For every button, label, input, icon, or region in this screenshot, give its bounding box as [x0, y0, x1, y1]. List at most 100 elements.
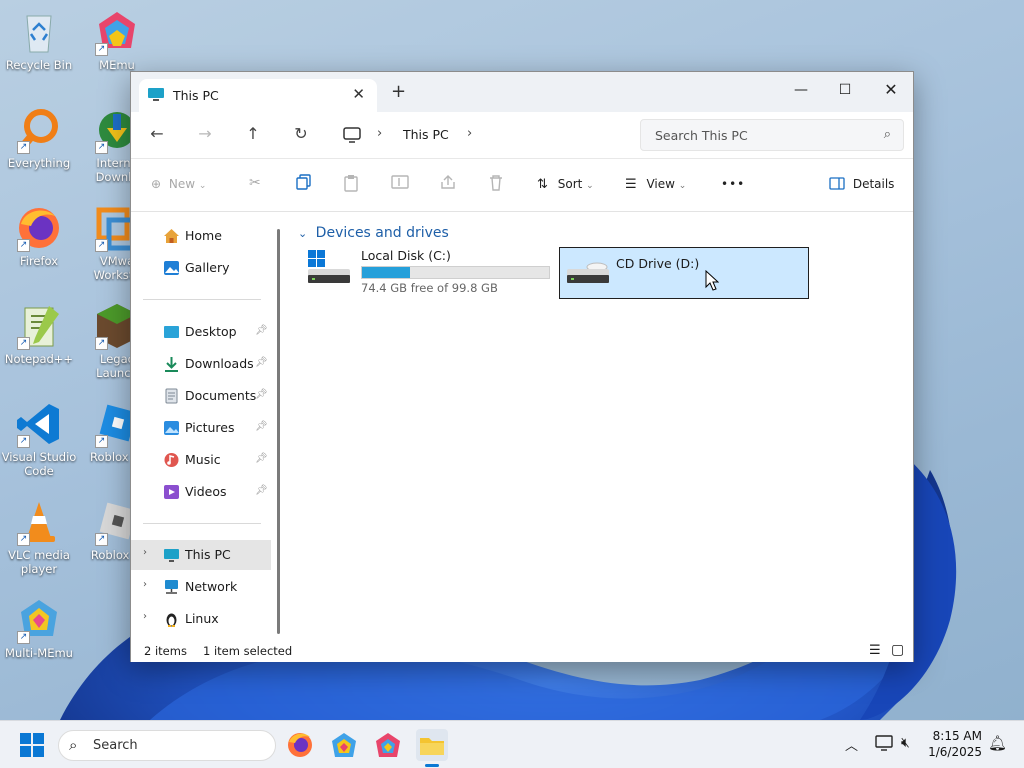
desktop-icon-recycle-bin[interactable]: Recycle Bin: [0, 8, 78, 72]
share-button[interactable]: [439, 174, 457, 193]
view-label: View: [646, 177, 675, 191]
details-button[interactable]: Details: [829, 177, 894, 191]
copy-button[interactable]: [296, 174, 312, 193]
breadcrumb[interactable]: This PC: [403, 127, 449, 142]
gallery-icon: [163, 260, 180, 276]
drive-item-cd-drive-d[interactable]: CD Drive (D:): [559, 247, 809, 299]
sidebar-item-downloads[interactable]: Downloads 📌︎: [131, 349, 271, 379]
pin-icon[interactable]: 📌︎: [255, 357, 268, 368]
tab-this-pc[interactable]: This PC ✕: [139, 79, 377, 112]
pin-icon[interactable]: 📌︎: [255, 485, 268, 496]
sort-button[interactable]: ⇅ Sort ⌄: [537, 177, 594, 192]
pin-icon[interactable]: 📌︎: [255, 325, 268, 336]
chevron-right-icon[interactable]: ›: [467, 126, 472, 141]
sidebar-item-documents[interactable]: Documents 📌︎: [131, 381, 271, 411]
multi-memu-icon: [376, 733, 400, 757]
sidebar-item-videos[interactable]: Videos 📌︎: [131, 477, 271, 507]
firefox-icon: [288, 733, 312, 757]
drive-item-local-disk-c[interactable]: Local Disk (C:) 74.4 GB free of 99.8 GB: [306, 247, 556, 297]
desktop-icon-memu[interactable]: ↗ MEmu: [78, 8, 156, 72]
sidebar-item-gallery[interactable]: Gallery: [131, 253, 271, 283]
windows-logo-icon: [20, 733, 44, 757]
section-header-devices[interactable]: ⌄ Devices and drives: [298, 225, 449, 241]
chevron-down-icon: ⌄: [198, 181, 207, 191]
drive-name: CD Drive (D:): [616, 256, 700, 271]
delete-button[interactable]: [488, 174, 504, 195]
desktop-icon-vscode[interactable]: ↗ Visual Studio Code: [0, 400, 78, 478]
firefox-icon: ↗: [15, 204, 63, 252]
network-status-icon[interactable]: [875, 734, 893, 755]
tiles-view-icon[interactable]: ▢: [891, 642, 904, 658]
taskbar-firefox[interactable]: [284, 729, 316, 761]
taskbar-multi-memu[interactable]: [372, 729, 404, 761]
chevron-right-icon: ›: [377, 126, 383, 141]
minimize-button[interactable]: —: [779, 76, 823, 104]
more-options-button[interactable]: •••: [721, 177, 745, 191]
desktop-icon-everything[interactable]: ↗ Everything: [0, 106, 78, 170]
cd-drive-icon: [565, 257, 611, 290]
start-button[interactable]: [16, 729, 48, 761]
sidebar-item-home[interactable]: Home: [131, 221, 271, 251]
hard-drive-icon: [306, 249, 352, 290]
notepadpp-icon: ↗: [15, 302, 63, 350]
paste-button[interactable]: [343, 174, 359, 195]
sidebar-item-label: Documents: [185, 388, 257, 403]
pin-icon[interactable]: 📌︎: [255, 421, 268, 432]
desktop-icon-firefox[interactable]: ↗ Firefox: [0, 204, 78, 268]
new-button[interactable]: ⊕ New ⌄: [151, 177, 206, 191]
desktop-icon-notepadpp[interactable]: ↗ Notepad++: [0, 302, 78, 366]
taskbar-search[interactable]: ⌕ Search: [58, 730, 276, 761]
pin-icon[interactable]: 📌︎: [255, 389, 268, 400]
section-title: Devices and drives: [315, 225, 449, 241]
sidebar-item-this-pc[interactable]: › This PC: [131, 540, 271, 570]
details-label: Details: [852, 177, 895, 191]
details-view-icon[interactable]: ☰: [869, 643, 881, 658]
new-label: New: [168, 177, 196, 191]
chevron-up-icon[interactable]: ︿: [845, 735, 858, 754]
multi-memu-icon: ↗: [15, 596, 63, 644]
chevron-right-icon[interactable]: ›: [143, 611, 147, 622]
volume-muted-icon[interactable]: 🔇︎: [901, 735, 910, 751]
sidebar-scrollbar[interactable]: [277, 229, 280, 634]
desktop-icon-multi-memu[interactable]: ↗ Multi-MEmu: [0, 596, 78, 660]
pin-icon[interactable]: 📌︎: [255, 453, 268, 464]
back-button[interactable]: ←: [145, 124, 169, 143]
close-window-button[interactable]: ✕: [869, 76, 913, 104]
notification-bell-icon[interactable]: 🔔︎: [988, 734, 1007, 752]
sidebar-item-label: Desktop: [185, 324, 237, 339]
desktop-icon-label: VLC media player: [8, 548, 70, 576]
cut-button[interactable]: ✂: [249, 175, 261, 191]
close-tab-icon[interactable]: ✕: [352, 85, 365, 103]
search-icon: ⌕: [883, 127, 891, 142]
maximize-button[interactable]: ☐: [823, 76, 867, 104]
search-box[interactable]: Search This PC ⌕: [640, 119, 904, 151]
trash-icon: [490, 175, 502, 191]
view-button[interactable]: ☰ View ⌄: [625, 177, 686, 192]
desktop-folder-icon: [163, 324, 180, 340]
search-input[interactable]: Search This PC: [655, 128, 748, 143]
navigation-bar: ← → ↑ ↻ › This PC › Search This PC ⌕: [131, 112, 913, 158]
sidebar-item-linux[interactable]: › Linux: [131, 604, 271, 634]
taskbar-file-explorer[interactable]: [416, 729, 448, 767]
drive-name: Local Disk (C:): [361, 248, 451, 263]
chevron-down-icon: ⌄: [586, 181, 594, 191]
desktop-icon-vlc[interactable]: ↗ VLC media player: [0, 498, 78, 576]
desktop-icon-label: Recycle Bin: [5, 58, 73, 72]
refresh-button[interactable]: ↻: [289, 124, 313, 143]
sidebar-item-pictures[interactable]: Pictures 📌︎: [131, 413, 271, 443]
forward-button[interactable]: →: [193, 124, 217, 143]
chevron-right-icon[interactable]: ›: [143, 547, 147, 558]
clock-date: 1/6/2025: [928, 745, 982, 759]
sidebar-item-network[interactable]: › Network: [131, 572, 271, 602]
vscode-icon: ↗: [15, 400, 63, 448]
rename-button[interactable]: [391, 174, 409, 193]
up-button[interactable]: ↑: [241, 124, 265, 143]
address-bar[interactable]: › This PC ›: [333, 119, 629, 151]
new-tab-button[interactable]: +: [391, 81, 406, 102]
chevron-right-icon[interactable]: ›: [143, 579, 147, 590]
taskbar-memu[interactable]: [328, 729, 360, 761]
system-clock[interactable]: 8:15 AM 1/6/2025: [928, 728, 982, 760]
sort-label: Sort: [557, 177, 583, 191]
sidebar-item-desktop[interactable]: Desktop 📌︎: [131, 317, 271, 347]
sidebar-item-music[interactable]: Music 📌︎: [131, 445, 271, 475]
